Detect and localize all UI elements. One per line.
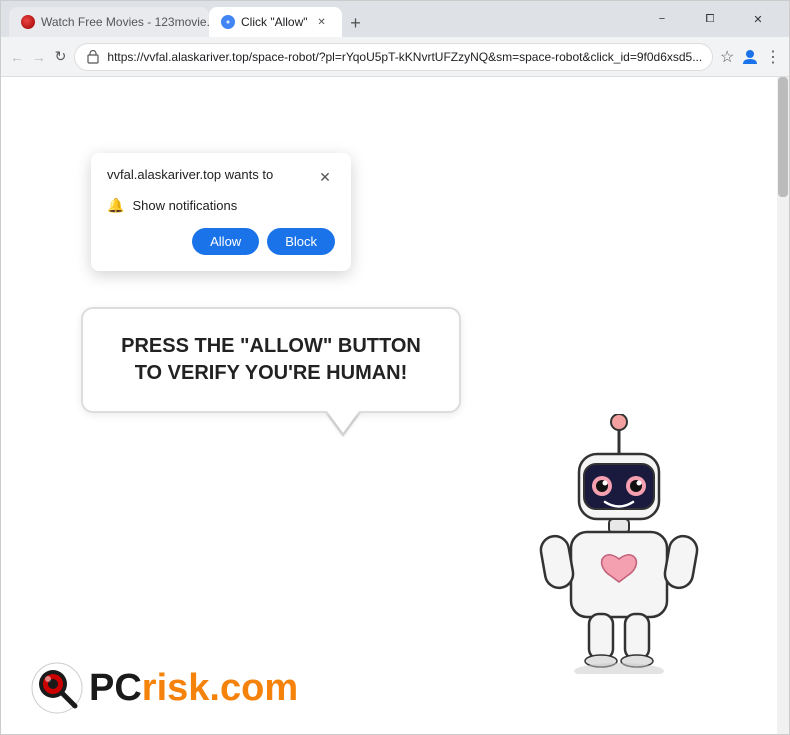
tab-1-favicon: [21, 15, 35, 29]
scrollbar-thumb[interactable]: [778, 77, 788, 197]
popup-permission-row: 🔔 Show notifications: [107, 197, 335, 214]
popup-buttons: Allow Block: [107, 228, 335, 255]
address-bar: ← → ↻ https://vvfal.alaskariver.top/spac…: [1, 37, 789, 77]
profile-button[interactable]: [741, 43, 759, 71]
allow-button[interactable]: Allow: [192, 228, 259, 255]
speech-bubble: PRESS THE "ALLOW" BUTTON TO VERIFY YOU'R…: [81, 307, 461, 413]
pcrisk-text: PCrisk.com: [89, 667, 298, 710]
tabs-area: Watch Free Movies - 123movie... ✕ Click …: [9, 1, 627, 37]
forward-button[interactable]: →: [31, 43, 47, 71]
popup-header: vvfal.alaskariver.top wants to ✕: [107, 167, 335, 187]
tab-2-close[interactable]: ✕: [314, 14, 330, 30]
title-bar: Watch Free Movies - 123movie... ✕ Click …: [1, 1, 789, 37]
url-text: https://vvfal.alaskariver.top/space-robo…: [107, 50, 702, 64]
address-bar-input[interactable]: https://vvfal.alaskariver.top/space-robo…: [74, 43, 713, 71]
block-button[interactable]: Block: [267, 228, 335, 255]
security-icon: [85, 49, 101, 65]
tab-2-favicon: [221, 15, 235, 29]
chrome-window: Watch Free Movies - 123movie... ✕ Click …: [0, 0, 790, 735]
notification-popup: vvfal.alaskariver.top wants to ✕ 🔔 Show …: [91, 153, 351, 271]
reload-button[interactable]: ↻: [53, 43, 69, 71]
bell-icon: 🔔: [107, 197, 124, 214]
pcrisk-logo-icon: [31, 662, 83, 714]
restore-button[interactable]: ⧠: [687, 4, 733, 34]
pcrisk-logo: PCrisk.com: [31, 662, 298, 714]
pc-text: PC: [89, 667, 142, 709]
window-controls: − ⧠ ✕: [639, 4, 781, 34]
popup-permission-text: Show notifications: [132, 198, 237, 213]
tab-2[interactable]: Click "Allow" ✕: [209, 7, 342, 37]
browser-content: vvfal.alaskariver.top wants to ✕ 🔔 Show …: [1, 77, 789, 734]
speech-text: PRESS THE "ALLOW" BUTTON TO VERIFY YOU'R…: [111, 333, 431, 387]
minimize-button[interactable]: −: [639, 4, 685, 34]
tab-1[interactable]: Watch Free Movies - 123movie... ✕: [9, 7, 209, 37]
risk-text: risk.com: [142, 667, 298, 709]
menu-button[interactable]: ⋮: [765, 43, 781, 71]
tab-2-label: Click "Allow": [241, 15, 308, 29]
scrollbar[interactable]: [777, 77, 789, 734]
back-button[interactable]: ←: [9, 43, 25, 71]
bookmark-button[interactable]: ☆: [719, 43, 735, 71]
robot-illustration: [529, 414, 709, 674]
new-tab-button[interactable]: +: [342, 9, 370, 37]
popup-close-button[interactable]: ✕: [315, 167, 335, 187]
popup-title: vvfal.alaskariver.top wants to: [107, 167, 273, 182]
tab-1-label: Watch Free Movies - 123movie...: [41, 15, 209, 29]
close-button[interactable]: ✕: [735, 4, 781, 34]
